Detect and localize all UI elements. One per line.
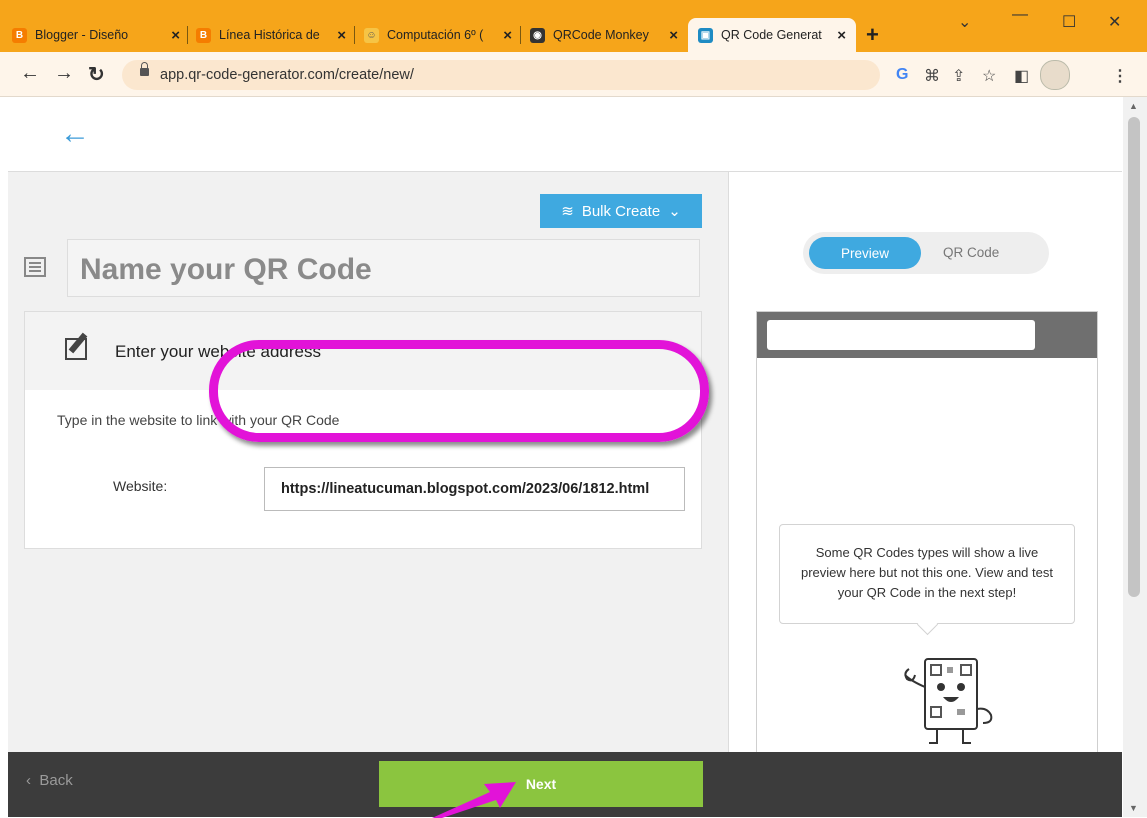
tab-label: Blogger - Diseño — [35, 28, 129, 42]
chevron-down-icon: ⌄ — [668, 203, 681, 220]
profile-avatar[interactable] — [1040, 60, 1070, 90]
tab-label: Computación 6º ( — [387, 28, 484, 42]
translate-icon[interactable]: ⌘ — [924, 66, 940, 86]
qr-generator-icon: ▣ — [698, 27, 713, 43]
back-arrow-icon[interactable]: ← — [60, 117, 90, 151]
bookmark-star-icon[interactable]: ☆ — [982, 66, 996, 86]
tab-separator — [354, 26, 355, 44]
qr-mascot-icon — [904, 658, 993, 744]
close-icon[interactable]: × — [669, 27, 678, 44]
tab-separator — [187, 26, 188, 44]
close-window-icon[interactable]: ✕ — [1108, 12, 1121, 32]
share-icon[interactable]: ⇪ — [952, 66, 965, 86]
tab-qrcode-monkey[interactable]: ◉ QRCode Monkey × — [530, 18, 678, 52]
back-button[interactable]: ‹ Back — [26, 772, 73, 789]
classroom-icon: ☺ — [364, 27, 379, 43]
scroll-up-icon[interactable]: ▲ — [1129, 101, 1138, 111]
tab-search-icon[interactable]: ⌄ — [958, 12, 971, 32]
wizard-footer: ‹ Back Next — [8, 752, 1122, 817]
reload-icon[interactable]: ↻ — [88, 62, 105, 87]
highlight-ellipse — [209, 340, 709, 442]
back-label: Back — [39, 772, 73, 789]
address-bar[interactable]: app.qr-code-generator.com/create/new/ — [122, 60, 1122, 90]
side-panel-icon[interactable]: ◧ — [1014, 66, 1029, 86]
next-button[interactable]: Next — [379, 761, 703, 807]
name-field-icon — [24, 257, 46, 277]
editor-pane: ≋ Bulk Create ⌄ Name your QR Code Enter … — [8, 172, 728, 752]
google-icon[interactable]: G — [896, 66, 908, 84]
close-icon[interactable]: × — [503, 27, 512, 44]
edit-icon — [65, 338, 87, 360]
tab-computacion[interactable]: ☺ Computación 6º ( × — [364, 18, 512, 52]
address-field[interactable]: app.qr-code-generator.com/create/new/ — [122, 60, 880, 90]
new-tab-button[interactable]: + — [866, 22, 879, 48]
app-header: ← — [8, 97, 1122, 172]
blogger-icon: B — [196, 27, 211, 43]
scroll-thumb[interactable] — [1128, 117, 1140, 597]
close-icon[interactable]: × — [337, 27, 346, 44]
close-icon[interactable]: × — [837, 27, 846, 44]
tab-label: QRCode Monkey — [553, 28, 649, 42]
bulk-create-label: Bulk Create — [581, 202, 661, 220]
website-label: Website: — [113, 478, 168, 494]
qr-name-input[interactable]: Name your QR Code — [67, 239, 700, 297]
forward-nav-icon[interactable]: → — [54, 62, 74, 85]
menu-kebab-icon[interactable]: ⋮ — [1112, 66, 1128, 86]
tab-qr-code[interactable]: QR Code — [943, 245, 999, 260]
scroll-down-icon[interactable]: ▼ — [1129, 803, 1138, 813]
phone-browser-bar — [757, 312, 1097, 358]
minimize-icon[interactable]: — — [1012, 6, 1028, 24]
bulk-create-button[interactable]: ≋ Bulk Create ⌄ — [540, 194, 702, 228]
phone-url-bar — [767, 320, 1035, 350]
preview-toggle: Preview QR Code — [803, 232, 1049, 274]
preview-message: Some QR Codes types will show a live pre… — [779, 524, 1075, 624]
chevron-left-icon: ‹ — [26, 772, 40, 789]
preview-pane: Preview QR Code Some QR Codes types will… — [728, 172, 1122, 771]
tab-qr-code-generator[interactable]: ▣ QR Code Generat × — [688, 18, 856, 52]
tab-label: Línea Histórica de — [219, 28, 320, 42]
page-content: ← ≋ Bulk Create ⌄ Name your QR Code Ente… — [8, 97, 1122, 817]
tab-separator — [520, 26, 521, 44]
back-nav-icon[interactable]: ← — [20, 62, 40, 85]
tab-label: QR Code Generat — [721, 28, 822, 42]
layers-icon: ≋ — [561, 203, 574, 220]
close-icon[interactable]: × — [171, 27, 180, 44]
tab-linea-historica[interactable]: B Línea Histórica de × — [196, 18, 346, 52]
url-text[interactable]: app.qr-code-generator.com/create/new/ — [160, 67, 414, 83]
tab-strip: B Blogger - Diseño × B Línea Histórica d… — [0, 0, 1147, 52]
pointer-arrow-icon — [432, 782, 516, 818]
maximize-icon[interactable]: ☐ — [1062, 12, 1076, 32]
website-input[interactable]: https://lineatucuman.blogspot.com/2023/0… — [264, 467, 685, 511]
blogger-icon: B — [12, 27, 27, 43]
phone-preview: Some QR Codes types will show a live pre… — [756, 311, 1098, 771]
tab-preview[interactable]: Preview — [809, 237, 921, 269]
lock-icon[interactable] — [140, 62, 149, 76]
monkey-icon: ◉ — [530, 27, 545, 43]
vertical-scrollbar[interactable]: ▲ ▼ — [1123, 97, 1147, 817]
tab-blogger-design[interactable]: B Blogger - Diseño × — [12, 18, 180, 52]
